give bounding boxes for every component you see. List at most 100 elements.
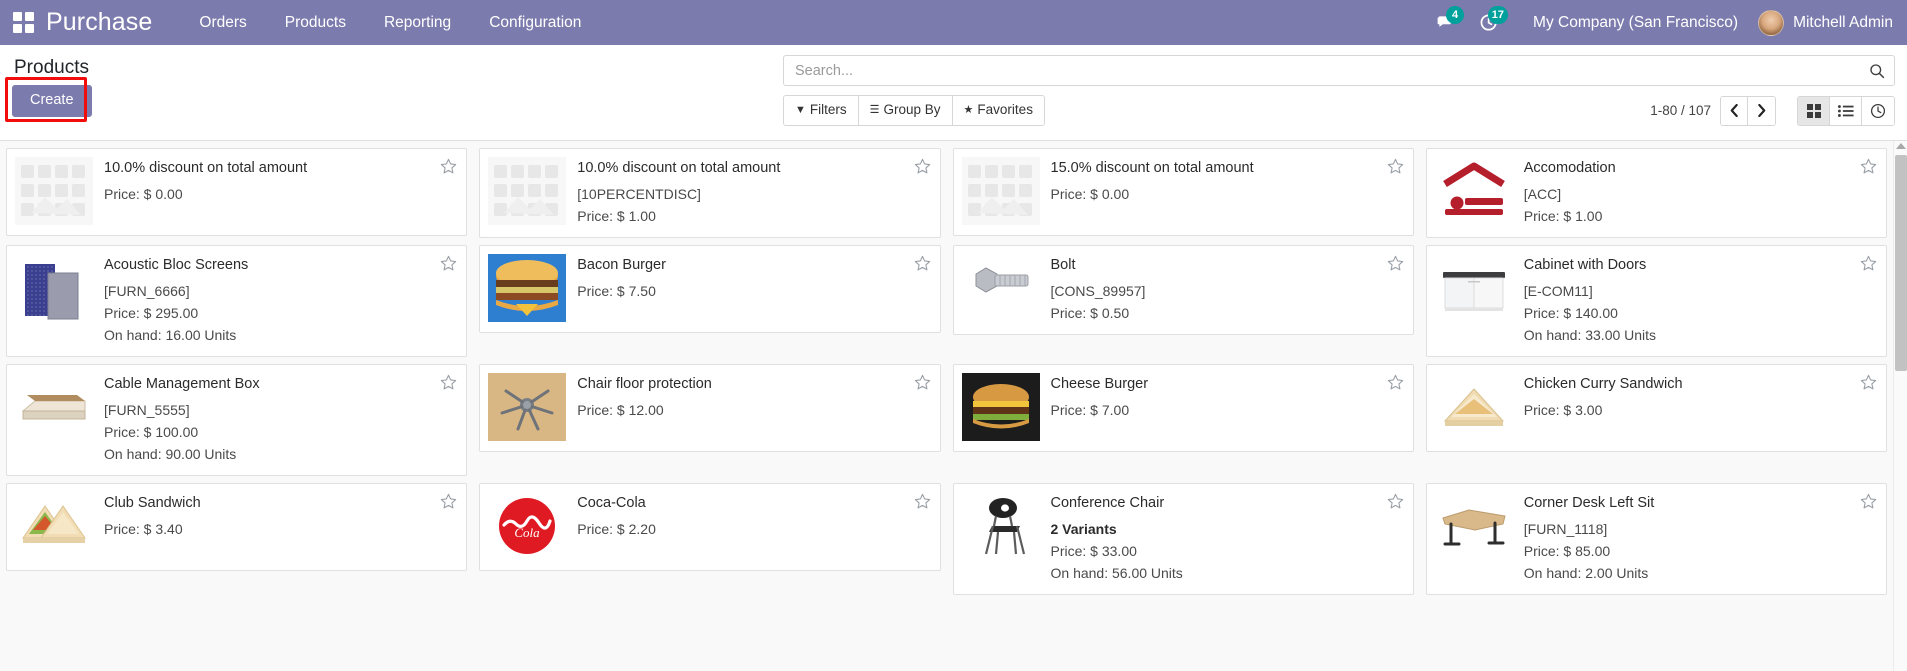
control-panel: Products Create ▼ Filters ☰ [0, 45, 1907, 141]
product-card[interactable]: Cheese BurgerPrice: $ 7.00 [953, 364, 1414, 452]
pager-previous-button[interactable] [1721, 97, 1748, 125]
product-card[interactable]: 10.0% discount on total amountPrice: $ 0… [6, 148, 467, 236]
product-image-cola: Cola [488, 492, 566, 560]
apps-menu-toggle[interactable] [0, 0, 46, 45]
product-price: Price: $ 3.00 [1524, 399, 1877, 421]
menu-products[interactable]: Products [266, 0, 365, 45]
create-button[interactable]: Create [12, 85, 92, 117]
product-card[interactable]: Bacon Burger Price: $ 7.50 [479, 245, 940, 333]
menu-orders[interactable]: Orders [180, 0, 265, 45]
product-reference-code: [FURN_5555] [104, 399, 457, 421]
kanban-view: 10.0% discount on total amountPrice: $ 0… [0, 141, 1907, 671]
product-card[interactable]: Accomodation[ACC]Price: $ 1.00 [1426, 148, 1887, 238]
kanban-cell: Club SandwichPrice: $ 3.40 [0, 476, 473, 595]
product-reference-code: [10PERCENTDISC] [577, 183, 930, 205]
product-card-body: Conference Chair2 VariantsPrice: $ 33.00… [1051, 492, 1404, 584]
star-outline-icon[interactable] [1387, 255, 1404, 276]
product-reference-code: [ACC] [1524, 183, 1877, 205]
star-outline-icon[interactable] [440, 374, 457, 395]
product-on-hand-qty: On hand: 90.00 Units [104, 443, 457, 465]
kanban-cell: Accomodation[ACC]Price: $ 1.00 [1420, 141, 1893, 238]
product-image-bolt [962, 254, 1040, 322]
company-switcher[interactable]: My Company (San Francisco) [1511, 0, 1752, 45]
product-card-body: Cable Management Box [FURN_5555]Price: $ … [104, 373, 457, 465]
product-name: Bacon Burger [577, 256, 930, 275]
star-outline-icon[interactable] [1387, 493, 1404, 514]
filter-icon: ▼ [795, 101, 806, 119]
product-image-placeholder [15, 157, 93, 225]
product-card[interactable]: Cable Management Box [FURN_5555]Price: $ … [6, 364, 467, 476]
product-variants-count: 2 Variants [1051, 518, 1404, 540]
product-price: Price: $ 1.00 [577, 205, 930, 227]
vertical-scrollbar[interactable] [1893, 141, 1907, 671]
product-price: Price: $ 0.00 [1051, 183, 1404, 205]
product-card[interactable]: Corner Desk Left Sit[FURN_1118]Price: $ … [1426, 483, 1887, 595]
product-price: Price: $ 295.00 [104, 302, 457, 324]
activity-view-icon [1870, 103, 1886, 119]
star-outline-icon[interactable] [440, 158, 457, 179]
filters-dropdown[interactable]: ▼ Filters [784, 96, 859, 125]
product-card[interactable]: Cabinet with Doors[E-COM11]Price: $ 140.… [1426, 245, 1887, 357]
product-card-body: Acoustic Bloc Screens[FURN_6666]Price: $… [104, 254, 457, 346]
kanban-cell: Bolt[CONS_89957]Price: $ 0.50 [947, 238, 1420, 357]
list-view-button[interactable] [1830, 97, 1862, 125]
product-card[interactable]: Chicken Curry SandwichPrice: $ 3.00 [1426, 364, 1887, 452]
product-card-body: Cabinet with Doors[E-COM11]Price: $ 140.… [1524, 254, 1877, 346]
scrollbar-thumb[interactable] [1895, 155, 1907, 371]
product-price: Price: $ 7.00 [1051, 399, 1404, 421]
search-input[interactable] [795, 56, 1869, 85]
app-brand-purchase[interactable]: Purchase [46, 0, 180, 45]
product-card-body: 10.0% discount on total amount[10PERCENT… [577, 157, 930, 227]
group-by-icon: ☰ [870, 101, 880, 119]
scroll-up-arrow-icon[interactable] [1896, 143, 1906, 149]
product-card[interactable]: Chair floor protectionPrice: $ 12.00 [479, 364, 940, 452]
star-outline-icon[interactable] [1387, 374, 1404, 395]
kanban-cell: 15.0% discount on total amountPrice: $ 0… [947, 141, 1420, 238]
chevron-right-icon [1756, 104, 1767, 117]
product-name: Chair floor protection [577, 375, 930, 394]
star-outline-icon[interactable] [1860, 255, 1877, 276]
pager-and-views: 1-80 / 107 [1650, 96, 1895, 126]
product-card[interactable]: 10.0% discount on total amount[10PERCENT… [479, 148, 940, 238]
star-outline-icon[interactable] [914, 374, 931, 395]
product-name: Cable Management Box [104, 375, 457, 394]
activity-view-button[interactable] [1862, 97, 1894, 125]
kanban-cell: Cabinet with Doors[E-COM11]Price: $ 140.… [1420, 238, 1893, 357]
favorites-dropdown[interactable]: ★ Favorites [953, 96, 1044, 125]
star-outline-icon[interactable] [440, 255, 457, 276]
favorites-label: Favorites [977, 101, 1033, 119]
kanban-cell: Conference Chair2 VariantsPrice: $ 33.00… [947, 476, 1420, 595]
search-icon[interactable] [1869, 63, 1885, 79]
product-card[interactable]: Bolt[CONS_89957]Price: $ 0.50 [953, 245, 1414, 335]
menu-reporting[interactable]: Reporting [365, 0, 470, 45]
star-outline-icon[interactable] [1860, 493, 1877, 514]
product-on-hand-qty: On hand: 2.00 Units [1524, 562, 1877, 584]
group-by-dropdown[interactable]: ☰ Group By [859, 96, 953, 125]
product-card[interactable]: 15.0% discount on total amountPrice: $ 0… [953, 148, 1414, 236]
star-outline-icon[interactable] [440, 493, 457, 514]
star-outline-icon[interactable] [914, 255, 931, 276]
star-outline-icon[interactable] [1860, 158, 1877, 179]
product-price: Price: $ 0.50 [1051, 302, 1404, 324]
user-menu[interactable]: Mitchell Admin [1752, 0, 1893, 45]
product-card[interactable]: ColaCoca-ColaPrice: $ 2.20 [479, 483, 940, 571]
messages-button[interactable]: 4 [1423, 0, 1467, 45]
star-outline-icon[interactable] [1387, 158, 1404, 179]
product-card[interactable]: Acoustic Bloc Screens[FURN_6666]Price: $… [6, 245, 467, 357]
activities-button[interactable]: 17 [1467, 0, 1511, 45]
star-outline-icon[interactable] [1860, 374, 1877, 395]
control-panel-left: Products Create [0, 45, 783, 140]
product-price: Price: $ 7.50 [577, 280, 930, 302]
product-card[interactable]: Club SandwichPrice: $ 3.40 [6, 483, 467, 571]
kanban-view-button[interactable] [1798, 97, 1830, 125]
search-bar[interactable] [783, 55, 1895, 86]
apps-grid-icon [13, 12, 34, 33]
star-outline-icon[interactable] [914, 493, 931, 514]
product-card[interactable]: Conference Chair2 VariantsPrice: $ 33.00… [953, 483, 1414, 595]
menu-configuration[interactable]: Configuration [470, 0, 600, 45]
pager-range: 1-80 / 107 [1650, 103, 1711, 118]
pager-next-button[interactable] [1748, 97, 1775, 125]
product-price: Price: $ 100.00 [104, 421, 457, 443]
product-reference-code: [E-COM11] [1524, 280, 1877, 302]
star-outline-icon[interactable] [914, 158, 931, 179]
